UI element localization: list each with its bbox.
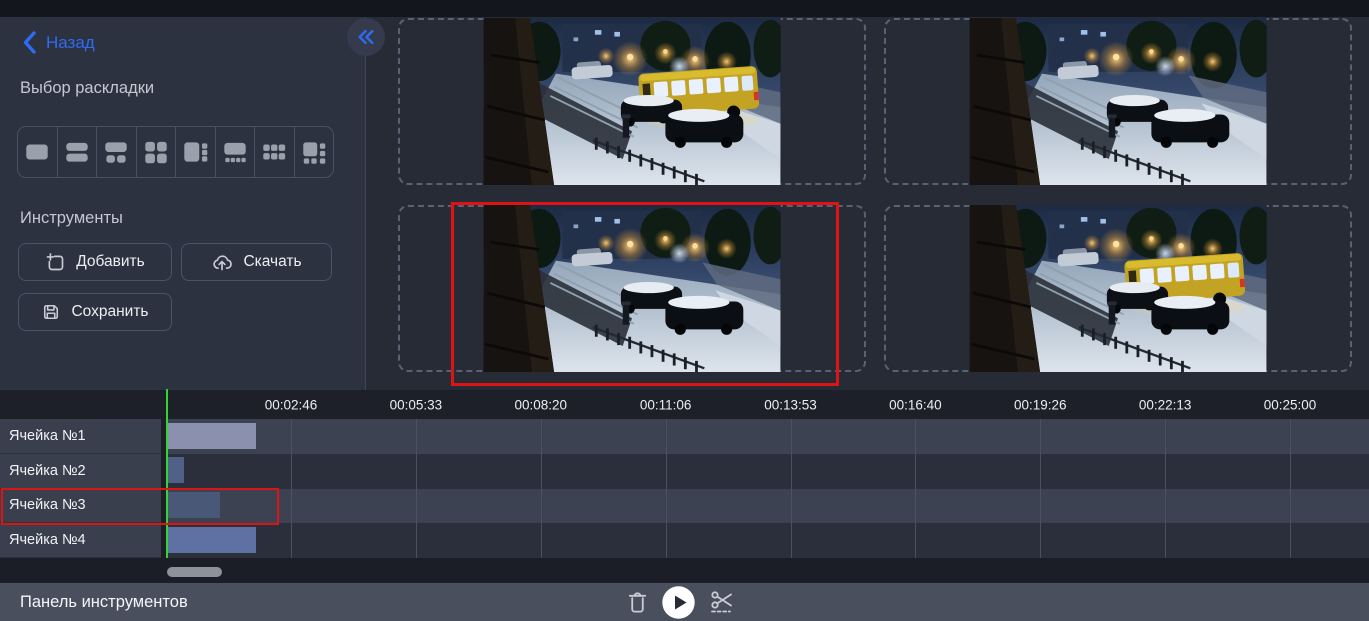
time-tick-label: 00:16:40	[889, 397, 942, 412]
camera-video-frame	[970, 205, 1267, 372]
trash-icon[interactable]	[626, 590, 649, 615]
layout-picker	[17, 126, 334, 178]
time-tick-label: 00:11:06	[640, 397, 692, 412]
timeline-track[interactable]	[166, 454, 1369, 489]
clip-bar[interactable]	[168, 457, 184, 483]
camera-video	[970, 205, 1267, 372]
layout-section-title: Выбор раскладки	[20, 79, 154, 98]
layout-option-1-top-2-bottom-icon[interactable]	[97, 127, 137, 177]
time-tick-label: 00:02:46	[265, 397, 318, 412]
time-tick-label: 00:13:53	[764, 397, 817, 412]
save-button[interactable]: Сохранить	[18, 293, 172, 331]
camera-video-frame	[484, 18, 781, 185]
double-chevron-left-icon	[355, 28, 377, 46]
download-button-label: Скачать	[243, 253, 301, 271]
save-button-label: Сохранить	[71, 303, 148, 321]
tools-section-title: Инструменты	[20, 209, 123, 228]
back-label: Назад	[46, 33, 95, 53]
playhead[interactable]	[166, 389, 169, 558]
timeline-track[interactable]	[166, 489, 1369, 524]
top-strip	[0, 0, 1369, 17]
sidebar-collapse-button[interactable]	[347, 18, 385, 56]
timeline-track[interactable]	[166, 523, 1369, 558]
camera-video	[484, 18, 781, 185]
timeline-row-label[interactable]: Ячейка №2	[0, 454, 161, 489]
layout-option-single-icon[interactable]	[18, 127, 58, 177]
content-area: Назад Выбор раскладки	[0, 17, 1369, 390]
cloud-upload-icon	[211, 252, 233, 273]
sidebar: Назад Выбор раскладки	[0, 17, 365, 390]
layout-option-1-big-3-right-icon[interactable]	[176, 127, 216, 177]
layout-option-1-big-5-small-icon[interactable]	[295, 127, 334, 177]
back-button[interactable]: Назад	[22, 31, 95, 54]
time-tick-label: 00:25:00	[1264, 397, 1317, 412]
time-tick-label: 00:05:33	[390, 397, 443, 412]
add-button-label: Добавить	[76, 253, 145, 271]
bottom-toolbar: Панель инструментов	[0, 583, 1369, 621]
time-tick-label: 00:08:20	[514, 397, 567, 412]
camera-video-frame	[484, 205, 781, 372]
layout-option-1-big-4-bottom-icon[interactable]	[216, 127, 256, 177]
add-button[interactable]: Добавить	[18, 243, 172, 281]
video-cell-3[interactable]	[398, 205, 866, 372]
camera-video	[970, 18, 1267, 185]
clip-bar[interactable]	[168, 423, 256, 449]
timeline-ruler[interactable]: 00:02:46 00:05:33 00:08:20 00:11:06 00:13:53…	[0, 390, 1369, 419]
video-grid	[366, 17, 1369, 390]
add-clip-icon	[45, 252, 66, 273]
video-cell-1[interactable]	[398, 18, 866, 185]
layout-option-3x2-icon[interactable]	[255, 127, 295, 177]
timeline-scrollbar	[0, 558, 1369, 583]
timeline-scrollbar-thumb[interactable]	[167, 567, 222, 577]
time-tick-label: 00:19:26	[1014, 397, 1067, 412]
timeline-row-label[interactable]: Ячейка №3	[0, 489, 161, 524]
timeline-row-label[interactable]: Ячейка №1	[0, 419, 161, 454]
clip-bar[interactable]	[168, 527, 256, 553]
layout-option-2-rows-icon[interactable]	[58, 127, 98, 177]
timeline-tracks	[166, 419, 1369, 558]
play-button[interactable]	[662, 586, 695, 619]
download-button[interactable]: Скачать	[181, 243, 332, 281]
timeline-track[interactable]	[166, 419, 1369, 454]
save-floppy-icon	[41, 302, 61, 322]
timeline-label-column: Ячейка №1Ячейка №2Ячейка №3Ячейка №4	[0, 419, 161, 558]
camera-video	[484, 205, 781, 372]
video-cell-4[interactable]	[884, 205, 1352, 372]
video-editor-window: Назад Выбор раскладки	[0, 0, 1369, 621]
video-cell-2[interactable]	[884, 18, 1352, 185]
toolbar-title: Панель инструментов	[20, 593, 188, 612]
toolbar-actions	[626, 583, 736, 621]
chevron-left-icon	[22, 31, 37, 54]
camera-video-frame	[970, 18, 1267, 185]
cut-icon[interactable]	[708, 590, 736, 614]
timeline-row-label[interactable]: Ячейка №4	[0, 523, 161, 558]
timeline-body: Ячейка №1Ячейка №2Ячейка №3Ячейка №4	[0, 419, 1369, 558]
time-tick-label: 00:22:13	[1139, 397, 1192, 412]
layout-option-2x2-icon[interactable]	[137, 127, 177, 177]
clip-bar[interactable]	[168, 492, 220, 518]
